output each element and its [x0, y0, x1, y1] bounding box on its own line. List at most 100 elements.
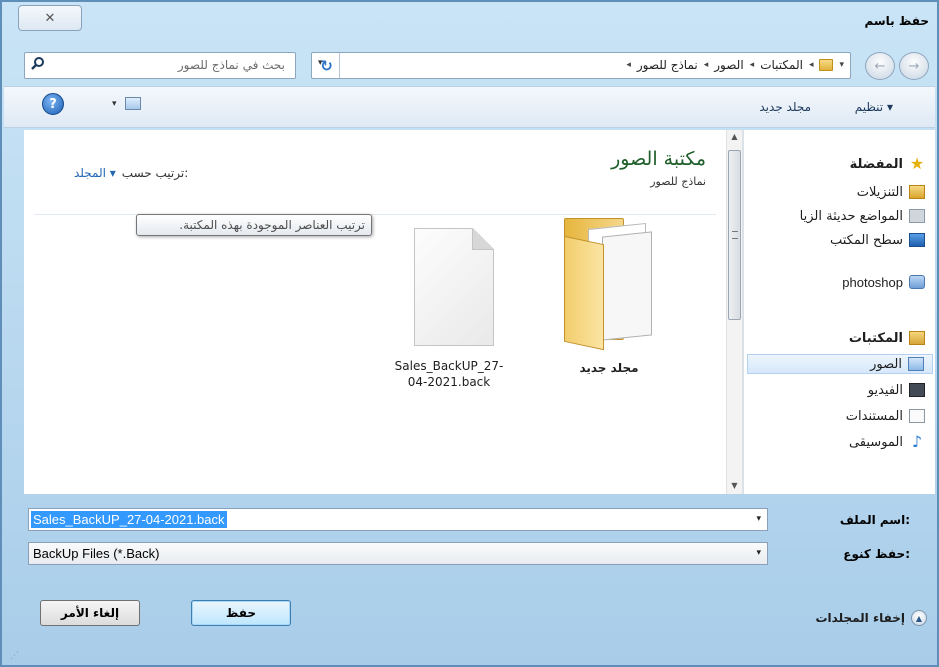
refresh-icon: ↻	[320, 56, 333, 75]
toolbar: تنظيم ▾ مجلد جديد ▾ ?	[4, 86, 935, 128]
scroll-down-icon[interactable]: ▼	[727, 481, 742, 490]
music-icon: ♪	[911, 432, 923, 451]
navigation-pane: ★ المفضلة التنزيلات المواضع حديثة الزيا …	[743, 130, 935, 494]
sidebar-item-music[interactable]: ♪ الموسيقى	[849, 432, 925, 452]
file-name-line2: 04-2021.back	[407, 375, 491, 389]
breadcrumb-pictures[interactable]: الصور	[714, 58, 743, 72]
sidebar-item-label: المواضع حديثة الزيا	[799, 208, 903, 224]
sidebar-item-favorites[interactable]: ★ المفضلة	[850, 154, 925, 174]
save-button[interactable]: حفظ	[191, 600, 291, 626]
sidebar-item-label: التنزيلات	[856, 184, 903, 200]
star-icon: ★	[909, 154, 925, 173]
address-bar[interactable]: ▾ ▾ ◂ المكتبات ◂ الصور ◂ نماذج للصور ◂	[311, 52, 851, 79]
back-arrow-icon: ←	[874, 58, 886, 74]
view-options[interactable]: ▾	[112, 97, 141, 110]
file-view: مكتبة الصور نماذج للصور ترتيب حسب: المجل…	[24, 130, 726, 494]
resize-grip-icon[interactable]: ⋰	[10, 651, 19, 661]
file-icon	[414, 228, 494, 346]
sidebar-item-libraries[interactable]: المكتبات	[849, 328, 925, 348]
window-title: حفظ باسم	[864, 14, 929, 28]
file-item-backup[interactable]: Sales_BackUP_27- 04-2021.back	[374, 228, 524, 488]
arrange-by-label: ترتيب حسب:	[121, 166, 189, 180]
view-dropdown-icon[interactable]: ▾	[112, 99, 117, 109]
sidebar-item-label: الموسيقى	[848, 434, 903, 450]
video-icon	[909, 383, 925, 397]
breadcrumb: ▾ ◂ المكتبات ◂ الصور ◂ نماذج للصور ◂	[626, 58, 844, 72]
search-placeholder: بحث في نماذج للصور	[177, 58, 285, 72]
new-folder-button[interactable]: مجلد جديد	[759, 100, 811, 114]
sidebar-item-pictures[interactable]: الصور	[747, 354, 933, 374]
chevron-up-icon: ▲	[911, 610, 927, 626]
view-icon[interactable]	[124, 97, 141, 110]
chevron-down-icon[interactable]: ▾	[756, 514, 761, 524]
sidebar-item-photoshop[interactable]: photoshop	[842, 272, 925, 292]
sidebar-item-label: سطح المكتب	[829, 232, 903, 248]
sidebar-item-label: الصور	[870, 356, 902, 372]
recent-places-icon	[909, 209, 925, 223]
file-name-line1: Sales_BackUP_27-	[394, 359, 504, 373]
scrollbar[interactable]: ▲ ▼	[726, 130, 743, 494]
folder-icon	[819, 59, 834, 71]
save-form: اسم الملف: Sales_BackUP_27-04-2021.back …	[4, 494, 935, 665]
save-as-dialog: ✕ حفظ باسم بحث في نماذج للصور ▾ ▾ ◂ المك…	[0, 0, 939, 667]
help-glyph: ?	[49, 96, 57, 112]
file-name-value[interactable]: Sales_BackUP_27-04-2021.back	[31, 511, 227, 528]
save-as-type-select[interactable]: BackUp Files (*.Back) ▾	[28, 542, 768, 565]
sidebar-item-label: الفيديو	[867, 382, 903, 398]
hide-folders-label: إخفاء المجلدات	[815, 611, 905, 625]
desktop-icon	[909, 233, 925, 247]
file-item-label: مجلد جديد	[579, 361, 639, 375]
file-item-folder[interactable]: مجلد جديد	[534, 218, 684, 478]
hide-folders-toggle[interactable]: ▲ إخفاء المجلدات	[815, 610, 927, 626]
scroll-thumb[interactable]	[728, 150, 741, 320]
scroll-up-icon[interactable]: ▲	[727, 132, 742, 141]
sidebar-item-downloads[interactable]: التنزيلات	[857, 182, 925, 202]
close-icon: ✕	[44, 10, 56, 26]
libraries-icon	[909, 331, 925, 345]
forward-button[interactable]: →	[899, 52, 929, 80]
documents-icon	[909, 409, 925, 423]
sidebar-item-label: المفضلة	[849, 156, 903, 172]
breadcrumb-libraries[interactable]: المكتبات	[760, 58, 803, 72]
save-as-type-label: حفظ كنوع:	[843, 547, 910, 561]
file-name-field[interactable]: Sales_BackUP_27-04-2021.back ▾	[28, 508, 768, 531]
sidebar-item-documents[interactable]: المستندات	[846, 406, 925, 426]
chevron-left-icon[interactable]: ◂	[626, 60, 631, 70]
cancel-button[interactable]: إلغاء الأمر	[40, 600, 140, 626]
title-bar: ✕ حفظ باسم	[2, 2, 937, 42]
library-subtitle: نماذج للصور	[650, 175, 706, 188]
breadcrumb-sample-pictures[interactable]: نماذج للصور	[637, 58, 698, 72]
main-content: مكتبة الصور نماذج للصور ترتيب حسب: المجل…	[24, 130, 935, 494]
navigation-row: بحث في نماذج للصور ▾ ▾ ◂ المكتبات ◂ الصو…	[2, 42, 937, 84]
sidebar-item-videos[interactable]: الفيديو	[868, 380, 925, 400]
chevron-left-icon[interactable]: ◂	[704, 60, 709, 70]
close-button[interactable]: ✕	[18, 5, 82, 31]
chevron-left-icon[interactable]: ◂	[809, 60, 814, 70]
nav-buttons: ← →	[865, 52, 929, 80]
sidebar-item-recent-places[interactable]: المواضع حديثة الزيا	[800, 206, 925, 226]
file-item-label: Sales_BackUP_27- 04-2021.back	[374, 358, 524, 390]
folder-icon	[558, 218, 658, 351]
back-button[interactable]: ←	[865, 52, 895, 80]
arrange-by: ترتيب حسب: المجلد ▾	[74, 166, 188, 180]
sidebar-item-desktop[interactable]: سطح المكتب	[830, 230, 925, 250]
sidebar-item-label: المستندات	[845, 408, 903, 424]
library-title: مكتبة الصور	[611, 148, 706, 170]
chevron-icon: ▾	[839, 60, 844, 70]
forward-arrow-icon: →	[908, 58, 920, 74]
sidebar-item-label: photoshop	[842, 274, 903, 290]
search-input[interactable]: بحث في نماذج للصور	[24, 52, 296, 79]
tooltip: ترتيب العناصر الموجودة بهذه المكتبة.	[136, 214, 372, 236]
help-icon[interactable]: ?	[42, 93, 64, 115]
sidebar-item-label: المكتبات	[848, 330, 903, 346]
refresh-button[interactable]: ↻	[314, 53, 340, 78]
file-name-label: اسم الملف:	[839, 513, 910, 527]
chevron-down-icon[interactable]: ▾	[756, 548, 761, 558]
arrange-by-dropdown[interactable]: المجلد ▾	[74, 166, 116, 180]
organize-menu[interactable]: تنظيم ▾	[855, 100, 893, 114]
photoshop-icon	[909, 275, 925, 289]
search-icon	[31, 57, 44, 70]
downloads-icon	[909, 185, 925, 199]
save-as-type-value: BackUp Files (*.Back)	[33, 546, 160, 561]
chevron-left-icon[interactable]: ◂	[750, 60, 755, 70]
